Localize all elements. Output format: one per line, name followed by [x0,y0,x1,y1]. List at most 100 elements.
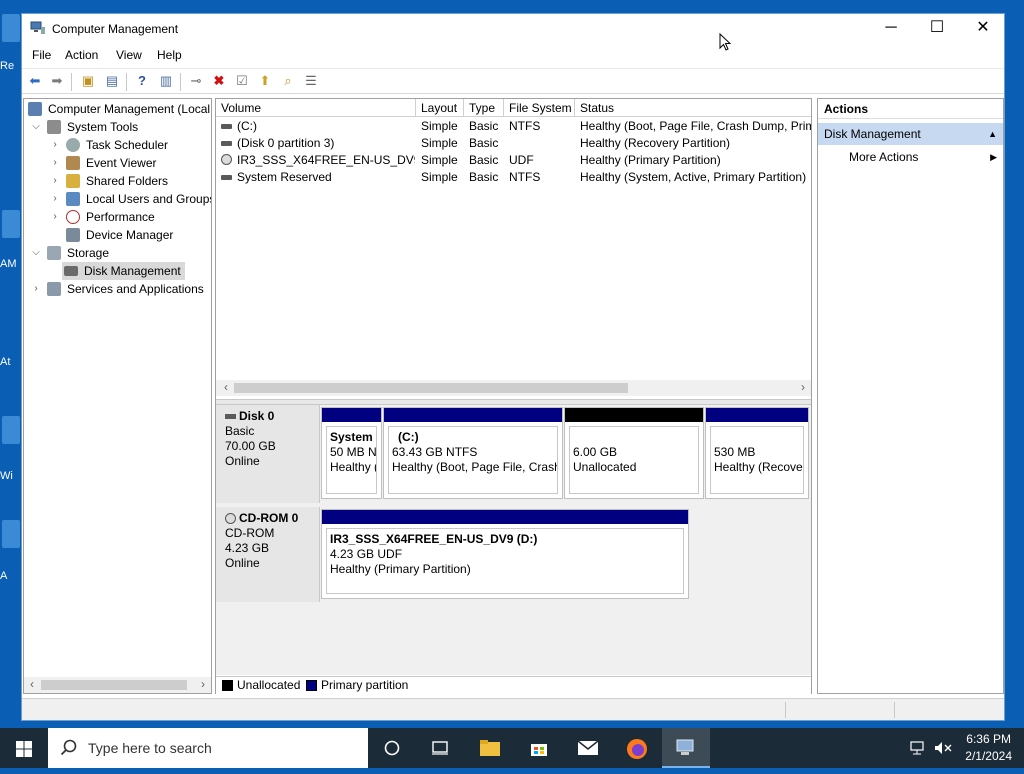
volume-row[interactable]: IR3_SSS_X64FREE_EN-US_DV9 (D:) Simple Ba… [216,152,811,169]
show-hide-tree-icon[interactable]: ▤ [102,72,122,92]
chevron-right-icon[interactable]: › [50,172,60,190]
taskbar-search-box[interactable]: Type here to search [48,728,368,768]
back-arrow-icon[interactable]: ⬅ [25,72,45,92]
scroll-left-arrow-icon[interactable]: ‹ [24,677,40,693]
minimize-button[interactable]: ─ [868,14,914,44]
list-view-icon[interactable]: ☰ [301,72,321,92]
forward-arrow-icon[interactable]: ➡ [47,72,67,92]
column-volume[interactable]: Volume [216,99,416,117]
file-explorer-taskbar-icon[interactable] [466,728,514,768]
primary-partition-bar [384,408,562,422]
up-folder-icon[interactable]: ▣ [78,72,98,92]
tree-item-root[interactable]: Computer Management (Local [26,100,211,118]
partition-recovery[interactable]: 530 MB Healthy (Recover [705,407,809,499]
cdrom-0-label[interactable]: CD-ROM 0 CD-ROM 4.23 GB Online [216,507,320,602]
partition-status: Healthy ( [330,460,377,474]
mail-taskbar-icon[interactable] [564,728,612,768]
partition-d[interactable]: IR3_SSS_X64FREE_EN-US_DV9 (D:) 4.23 GB U… [321,509,689,599]
volume-name: System Reserved [237,170,332,184]
scroll-left-arrow-icon[interactable]: ‹ [218,380,234,396]
scroll-right-arrow-icon[interactable]: › [195,677,211,693]
close-button[interactable]: ✕ [960,14,1006,44]
more-actions-item[interactable]: More Actions ▶ [818,147,1003,167]
chevron-right-icon[interactable]: › [50,208,60,226]
connect-drive-icon[interactable]: ⊸ [186,72,206,92]
volume-file-system [509,135,575,152]
tree-item-device-manager[interactable]: Device Manager [26,226,211,244]
actions-section-disk-management[interactable]: Disk Management ▲ [818,123,1003,145]
firefox-taskbar-icon[interactable] [613,728,661,768]
recycle-bin-icon[interactable] [2,14,20,42]
volume-row[interactable]: (Disk 0 partition 3) Simple Basic Health… [216,135,811,152]
collapse-arrow-icon[interactable]: ▲ [988,123,997,145]
chevron-right-icon[interactable]: › [50,154,60,172]
chevron-right-icon[interactable]: › [50,136,60,154]
tree-item-local-users[interactable]: › Local Users and Groups [26,190,211,208]
tree-item-system-tools[interactable]: ⌵ System Tools [26,118,211,136]
menu-bar: File Action View Help [22,44,1004,68]
tree-item-event-viewer[interactable]: › Event Viewer [26,154,211,172]
scroll-thumb[interactable] [234,383,628,393]
window-title: Computer Management [52,22,179,36]
store-taskbar-icon[interactable] [515,728,563,768]
folder-up-icon[interactable]: ⬆ [255,72,275,92]
chevron-down-icon[interactable]: ⌵ [31,244,41,262]
partition-status: Healthy (Primary Partition) [330,562,471,576]
chevron-down-icon[interactable]: ⌵ [31,118,41,136]
volume-row[interactable]: System Reserved Simple Basic NTFS Health… [216,169,811,186]
menu-view[interactable]: View [116,48,142,62]
help-icon[interactable]: ? [132,72,152,92]
legend: Unallocated Primary partition [216,676,811,694]
disk-state: Online [225,556,260,570]
show-hide-action-pane-icon[interactable]: ▥ [156,72,176,92]
computer-management-taskbar-icon[interactable] [662,728,710,768]
column-type[interactable]: Type [464,99,504,117]
tree-item-disk-management[interactable]: Disk Management [62,262,185,280]
scroll-thumb[interactable] [41,680,187,690]
volume-list-horizontal-scrollbar[interactable]: ‹ › [216,380,811,396]
column-file-system[interactable]: File System [504,99,575,117]
more-actions-label: More Actions [849,150,919,164]
tree-item-task-scheduler[interactable]: › Task Scheduler [26,136,211,154]
disk-0-label[interactable]: Disk 0 Basic 70.00 GB Online [216,405,320,503]
tree-item-services-apps[interactable]: › Services and Applications [26,280,211,298]
desktop-app-icon[interactable] [2,520,20,548]
column-status[interactable]: Status [575,99,811,117]
unallocated-bar [565,408,703,422]
menu-file[interactable]: File [32,48,51,62]
partition-unallocated[interactable]: 6.00 GB Unallocated [564,407,704,499]
menu-help[interactable]: Help [157,48,182,62]
scroll-right-arrow-icon[interactable]: › [795,380,811,396]
chevron-right-icon[interactable]: › [50,190,60,208]
desktop-app-icon[interactable] [2,416,20,444]
device-manager-icon [66,228,80,242]
primary-partition-bar [322,510,688,524]
tree-item-performance[interactable]: › Performance [26,208,211,226]
task-view-icon[interactable] [416,728,464,768]
partition-info: 6.00 GB Unallocated [569,426,699,494]
properties-icon[interactable]: ☑ [232,72,252,92]
start-button[interactable] [0,728,48,768]
network-icon[interactable] [910,741,928,755]
title-bar[interactable]: Computer Management ─ ☐ ✕ [22,14,1004,44]
volume-name: (Disk 0 partition 3) [237,136,335,150]
desktop-app-icon[interactable] [2,210,20,238]
maximize-button[interactable]: ☐ [914,14,960,44]
performance-icon [66,210,80,224]
partition-system-reserved[interactable]: System I 50 MB NT Healthy ( [321,407,382,499]
task-view-button[interactable] [368,728,416,768]
column-layout[interactable]: Layout [416,99,464,117]
partition-info: 530 MB Healthy (Recover [710,426,804,494]
find-icon[interactable]: ⌕ [278,72,298,92]
volume-muted-icon[interactable] [934,741,952,755]
tree-horizontal-scrollbar[interactable]: ‹ › [24,677,211,693]
menu-action[interactable]: Action [65,48,98,62]
tree-item-shared-folders[interactable]: › Shared Folders [26,172,211,190]
partition-c[interactable]: (C:) 63.43 GB NTFS Healthy (Boot, Page F… [383,407,563,499]
taskbar-clock[interactable]: 6:36 PM 2/1/2024 [965,731,1012,765]
chevron-right-icon[interactable]: › [31,280,41,298]
volume-status: Healthy (Primary Partition) [580,153,721,167]
tree-item-storage[interactable]: ⌵ Storage [26,244,211,262]
volume-row[interactable]: (C:) Simple Basic NTFS Healthy (Boot, Pa… [216,118,811,135]
delete-icon[interactable]: ✖ [209,72,229,92]
